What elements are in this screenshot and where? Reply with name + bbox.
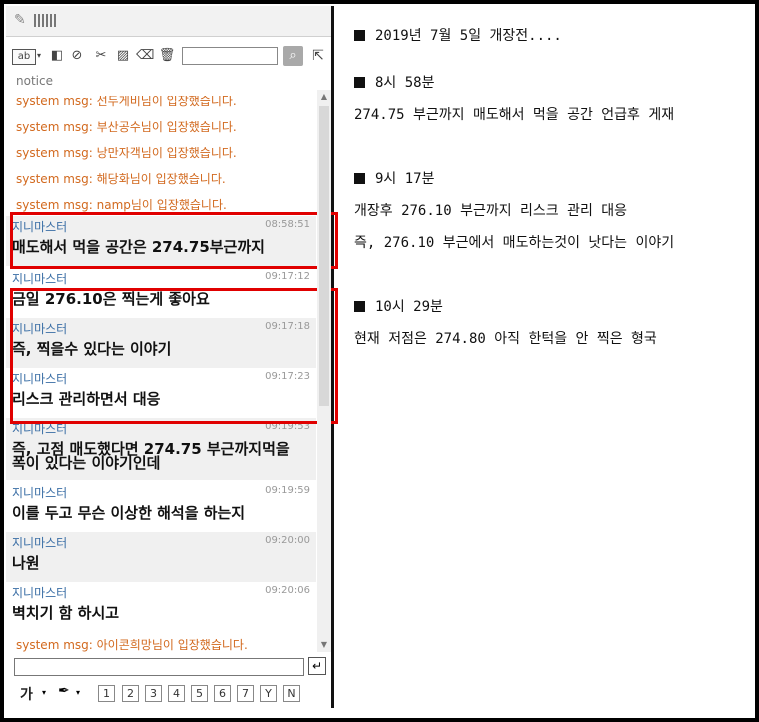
note-text: 개장후 276.10 부근까지 리스크 관리 대응 bbox=[354, 203, 628, 219]
emoticon-button[interactable]: 5 bbox=[191, 685, 208, 702]
message-time: 09:20:06 bbox=[265, 585, 310, 596]
block-icon[interactable]: ⊘ bbox=[68, 47, 86, 65]
chat-message: 지니마스터 09:20:06 벽치기 함 하시고 bbox=[6, 582, 316, 632]
chat-input[interactable] bbox=[14, 658, 304, 676]
system-message: system msg: 선두게비님이 입장했습니다. bbox=[16, 94, 237, 108]
message-nick[interactable]: 지니마스터 bbox=[12, 584, 67, 601]
chat-message: 지니마스터 09:19:59 이를 두고 무슨 이상한 해석을 하는지 bbox=[6, 482, 316, 532]
message-nick[interactable]: 지니마스터 bbox=[12, 534, 67, 551]
chat-message: 지니마스터 09:19:53 즉, 고점 매도했다면 274.75 부근까지먹을… bbox=[6, 418, 316, 480]
chat-toolbar: ab ▾ ◧ ⊘ ✂ ▨ ⌫ 🗑 ⌕ ⇱ bbox=[6, 44, 331, 70]
note-heading: 10시 29분 bbox=[354, 296, 443, 316]
chat-panel: ✎ ab ▾ ◧ ⊘ ✂ ▨ ⌫ 🗑 ⌕ ⇱ notice system msg… bbox=[6, 6, 338, 708]
emoticon-button[interactable]: 4 bbox=[168, 685, 185, 702]
pen-icon[interactable]: ✒ bbox=[58, 683, 70, 699]
note-heading: 8시 58분 bbox=[354, 72, 434, 92]
notes-panel: 2019년 7월 5일 개장전.... 8시 58분 274.75 부근까지 매… bbox=[354, 4, 754, 718]
message-text: 벽치기 함 하시고 bbox=[12, 604, 120, 622]
eraser-icon[interactable]: ⌫ bbox=[136, 47, 154, 65]
system-message: system msg: 낭만자객님이 입장했습니다. bbox=[16, 146, 237, 160]
chevron-down-icon[interactable]: ▾ bbox=[42, 688, 46, 697]
highlight-box bbox=[10, 288, 338, 424]
scrollbar[interactable]: ▲ ▼ bbox=[317, 90, 331, 652]
message-text: 나원 bbox=[12, 554, 40, 572]
square-bullet-icon bbox=[354, 173, 365, 184]
scroll-up-icon[interactable]: ▲ bbox=[317, 90, 331, 104]
square-bullet-icon bbox=[354, 301, 365, 312]
message-text: 즉, 고점 매도했다면 274.75 부근까지먹을 폭이 있다는 이야기인데 bbox=[12, 440, 290, 472]
layout-icon[interactable]: ◧ bbox=[48, 47, 66, 65]
highlight-box bbox=[10, 212, 338, 269]
popout-icon[interactable]: ⇱ bbox=[309, 47, 327, 65]
emoticon-button[interactable]: 2 bbox=[122, 685, 139, 702]
chevron-down-icon[interactable]: ▾ bbox=[35, 47, 43, 65]
message-time: 09:20:00 bbox=[265, 535, 310, 546]
chat-title-bar: ✎ bbox=[6, 6, 331, 37]
search-input[interactable] bbox=[182, 47, 278, 65]
message-nick[interactable]: 지니마스터 bbox=[12, 270, 67, 287]
scroll-down-icon[interactable]: ▼ bbox=[317, 638, 331, 652]
notice-label: notice bbox=[16, 74, 53, 88]
system-message: system msg: 해당화님이 입장했습니다. bbox=[16, 172, 226, 186]
slash-icon[interactable]: ▨ bbox=[114, 47, 132, 65]
note-heading: 9시 17분 bbox=[354, 168, 434, 188]
note-text: 즉, 276.10 부근에서 매도하는것이 낫다는 이야기 bbox=[354, 235, 675, 251]
emoticon-button[interactable]: 7 bbox=[237, 685, 254, 702]
system-message: system msg: namp님이 입장했습니다. bbox=[16, 198, 227, 212]
message-nick[interactable]: 지니마스터 bbox=[12, 484, 67, 501]
send-icon[interactable]: ↵ bbox=[308, 657, 326, 675]
message-text: 이를 두고 무슨 이상한 해석을 하는지 bbox=[12, 504, 246, 522]
message-time: 09:19:59 bbox=[265, 485, 310, 496]
square-bullet-icon bbox=[354, 77, 365, 88]
emoticon-button[interactable]: 6 bbox=[214, 685, 231, 702]
font-style-button[interactable]: ab bbox=[12, 49, 36, 65]
chat-bottom-bar: 가 ▾ ✒ ▾ 1 2 3 4 5 6 7 Y N bbox=[6, 680, 331, 706]
trash-icon[interactable]: 🗑 bbox=[158, 47, 176, 65]
note-text: 274.75 부근까지 매도해서 먹을 공간 언급후 게재 bbox=[354, 107, 675, 123]
emoticon-button[interactable]: N bbox=[283, 685, 300, 702]
message-time: 09:17:12 bbox=[265, 271, 310, 282]
emoticon-button[interactable]: 3 bbox=[145, 685, 162, 702]
screenshot-frame: ✎ ab ▾ ◧ ⊘ ✂ ▨ ⌫ 🗑 ⌕ ⇱ notice system msg… bbox=[4, 4, 755, 718]
note-heading: 2019년 7월 5일 개장전.... bbox=[354, 25, 562, 45]
mute-icon[interactable]: ✂ bbox=[92, 47, 110, 65]
barcode-icon bbox=[34, 14, 56, 27]
system-message: system msg: 부산공수님이 입장했습니다. bbox=[16, 120, 237, 134]
emoticon-button[interactable]: Y bbox=[260, 685, 277, 702]
font-button[interactable]: 가 bbox=[20, 684, 33, 704]
emoticon-button[interactable]: 1 bbox=[98, 685, 115, 702]
wrench-icon[interactable]: ✎ bbox=[14, 12, 26, 28]
scrollbar-thumb[interactable] bbox=[319, 106, 329, 406]
search-icon[interactable]: ⌕ bbox=[283, 46, 303, 66]
note-text: 현재 저점은 274.80 아직 한턱을 안 찍은 형국 bbox=[354, 331, 657, 347]
system-message: system msg: 아이콘희망님이 입장했습니다. bbox=[16, 638, 248, 652]
chat-message: 지니마스터 09:20:00 나원 bbox=[6, 532, 316, 582]
square-bullet-icon bbox=[354, 30, 365, 41]
chevron-down-icon[interactable]: ▾ bbox=[76, 688, 80, 697]
